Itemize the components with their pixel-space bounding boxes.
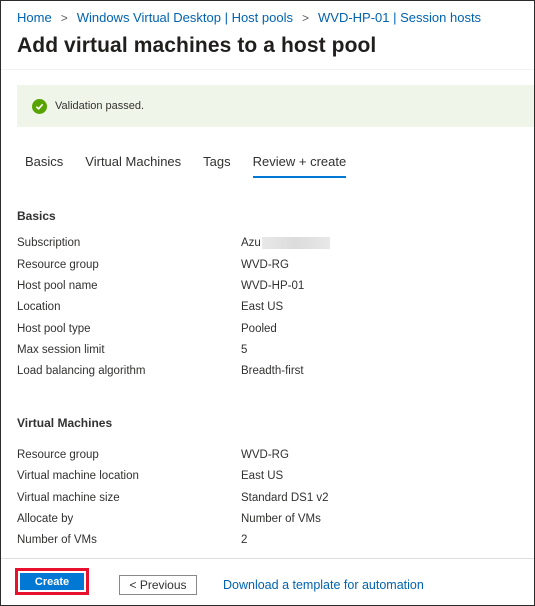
row-value: Standard DS1 v2 [241, 492, 329, 504]
tab-virtual-machines[interactable]: Virtual Machines [85, 154, 181, 178]
row-label: Subscription [17, 237, 81, 249]
chevron-right-icon: > [60, 10, 68, 25]
divider [1, 69, 534, 70]
tab-tags[interactable]: Tags [203, 154, 230, 178]
row-value: 5 [241, 344, 248, 356]
row-label: Resource group [17, 259, 99, 271]
breadcrumb-host-pools[interactable]: Windows Virtual Desktop | Host pools [77, 10, 293, 25]
row-label: Load balancing algorithm [17, 365, 146, 377]
row-label: Host pool name [17, 280, 98, 292]
row-label: Number of VMs [17, 534, 97, 546]
row-value: 2 [241, 534, 248, 546]
row-label: Host pool type [17, 323, 91, 335]
row-value: East US [241, 470, 284, 482]
row-value: WVD-RG [241, 449, 289, 461]
download-template-link[interactable]: Download a template for automation [223, 578, 424, 592]
success-check-icon [32, 98, 47, 114]
row-label: Max session limit [17, 344, 105, 356]
page-title: Add virtual machines to a host pool [17, 34, 377, 57]
breadcrumb-session-hosts[interactable]: WVD-HP-01 | Session hosts [318, 10, 481, 25]
previous-button[interactable]: < Previous [119, 575, 197, 595]
section-title-basics: Basics [17, 209, 56, 223]
redacted-blur [261, 237, 330, 249]
create-button[interactable]: Create [20, 573, 84, 590]
row-label: Virtual machine location [17, 470, 139, 482]
chevron-right-icon: > [302, 10, 310, 25]
row-label: Virtual machine size [17, 492, 120, 504]
row-label: Allocate by [17, 513, 74, 525]
tab-basics[interactable]: Basics [25, 154, 63, 178]
row-value: WVD-RG [241, 259, 289, 271]
validation-banner: Validation passed. [17, 85, 534, 127]
validation-message: Validation passed. [55, 100, 145, 112]
row-value: Breadth-first [241, 365, 304, 377]
row-value: Number of VMs [241, 513, 321, 525]
row-value: WVD-HP-01 [241, 280, 305, 292]
footer-divider [1, 558, 534, 559]
tab-bar: Basics Virtual Machines Tags Review + cr… [25, 154, 368, 178]
row-value: Azu [241, 237, 330, 249]
row-value: East US [241, 301, 284, 313]
row-value: Pooled [241, 323, 277, 335]
row-label: Location [17, 301, 61, 313]
tab-review-create[interactable]: Review + create [252, 154, 347, 178]
breadcrumb-home[interactable]: Home [17, 10, 52, 25]
row-label: Resource group [17, 449, 99, 461]
breadcrumb: Home > Windows Virtual Desktop | Host po… [17, 10, 481, 25]
create-button-highlight: Create [15, 568, 89, 595]
section-title-virtual-machines: Virtual Machines [17, 416, 113, 430]
blade: Home > Windows Virtual Desktop | Host po… [0, 0, 535, 606]
